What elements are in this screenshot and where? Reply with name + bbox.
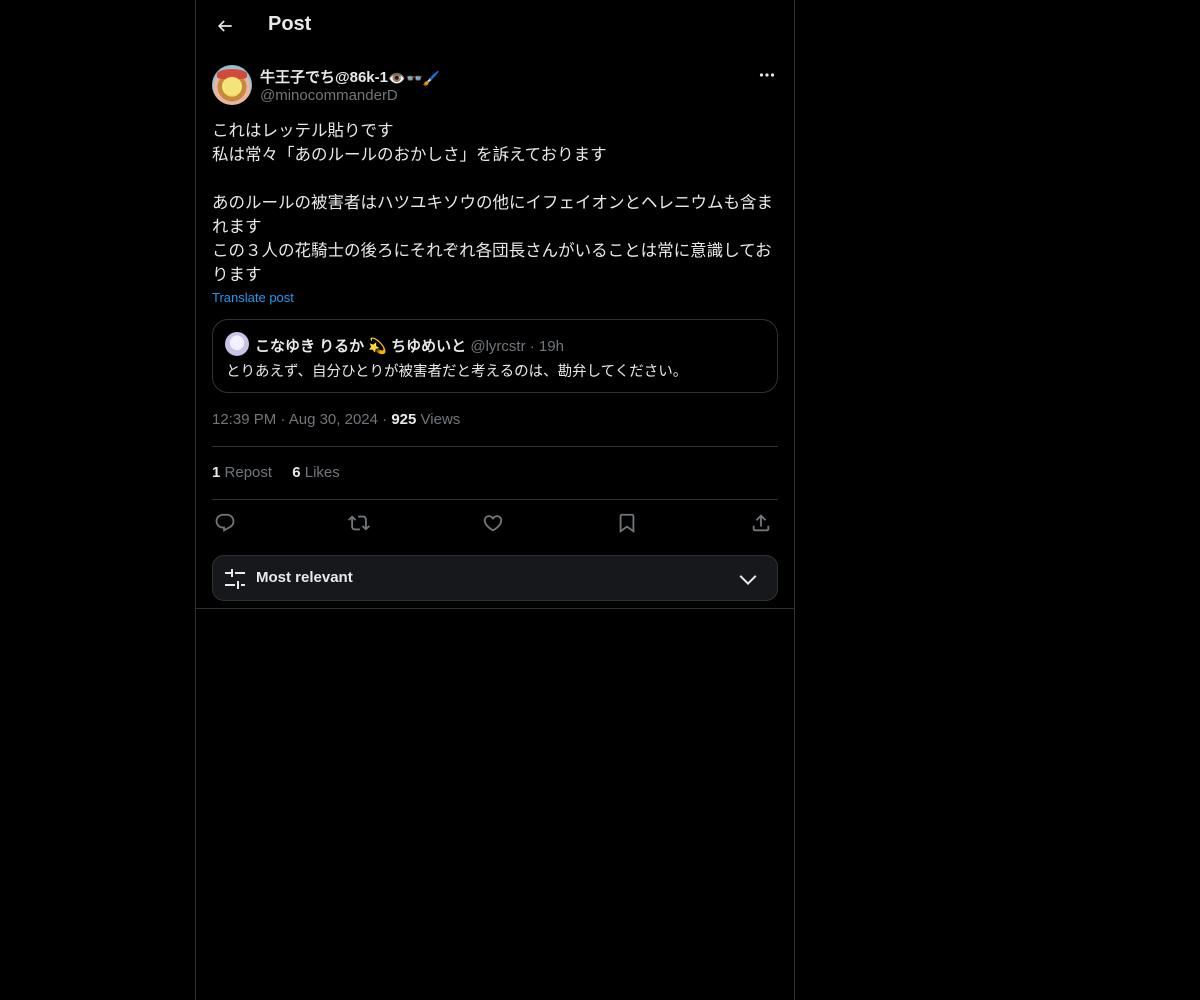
section-divider [196,608,794,609]
reposts-stat[interactable]: 1 Repost [212,464,272,481]
likes-label: Likes [304,464,340,481]
author-name-text: 牛王子でち@86k-1 [260,69,388,86]
heart-icon [483,515,503,532]
author-display-name[interactable]: 牛王子でち@86k-1👁️👓🖌️ [260,66,440,87]
ellipsis-icon [759,73,775,77]
post-date[interactable]: Aug 30, 2024 [289,411,378,428]
engagement-stats: 1 Repost 6 Likes [212,464,356,481]
likes-stat[interactable]: 6 Likes [292,464,340,481]
main-column: Post 牛王子でち@86k-1👁️👓🖌️ @minocommanderD これ… [195,0,795,1000]
quote-author-handle: @lyrcstr [470,338,526,355]
like-button[interactable] [480,510,506,536]
share-icon [752,514,770,532]
more-button[interactable] [756,66,778,84]
repost-icon [348,515,370,531]
glasses-emoji: 👓 [405,69,423,86]
page-header: Post [196,0,794,53]
reposts-count: 1 [212,464,221,481]
reply-icon [215,513,235,532]
page-title: Post [268,13,312,35]
share-button[interactable] [748,510,774,536]
avatar[interactable] [212,65,252,105]
eye-emoji: 👁️ [388,69,406,86]
quote-time: 19h [538,338,564,355]
bookmark-icon [619,513,635,534]
post-text: これはレッテル貼りです 私は常々「あのルールのおかしさ」を訴えております あのル… [212,121,773,284]
back-button[interactable] [208,9,242,43]
sliders-icon [225,569,245,589]
quote-text: とりあえず、自分ひとりが被害者だと考えるのは、勘弁してください。 [226,364,688,380]
sort-replies-dropdown[interactable]: Most relevant [212,555,778,601]
quote-meta: こなゆき りるか 💫 ちゆめいと @lyrcstr · 19h [255,335,564,356]
meta-separator: · [280,411,286,428]
sort-label: Most relevant [256,569,353,586]
quote-avatar [225,332,249,356]
likes-count: 6 [292,464,301,481]
reposts-label: Repost [224,464,273,481]
post-actions [212,510,778,536]
divider [212,446,778,447]
paintbrush-emoji: 🖌️ [422,69,441,86]
post-meta: 12:39 PM · Aug 30, 2024 · 925 Views [212,411,460,428]
quote-separator: · [529,338,535,355]
post-author: 牛王子でち@86k-1👁️👓🖌️ @minocommanderD [212,64,778,108]
divider [212,499,778,500]
author-handle[interactable]: @minocommanderD [260,87,398,104]
post-time[interactable]: 12:39 PM [212,411,276,428]
avatar-face [222,77,242,95]
views-label: Views [420,411,461,428]
meta-separator: · [382,411,388,428]
repost-button[interactable] [346,510,372,536]
chevron-down-icon [739,575,757,586]
translate-post-link[interactable]: Translate post [212,290,294,305]
reply-button[interactable] [212,510,238,536]
bookmark-button[interactable] [614,510,640,536]
quote-author-name: こなゆき りるか 💫 ちゆめいと [255,338,467,355]
views-count: 925 [391,411,417,428]
quoted-post[interactable]: こなゆき りるか 💫 ちゆめいと @lyrcstr · 19h とりあえず、自分… [212,319,778,393]
arrow-left-icon [217,20,232,32]
